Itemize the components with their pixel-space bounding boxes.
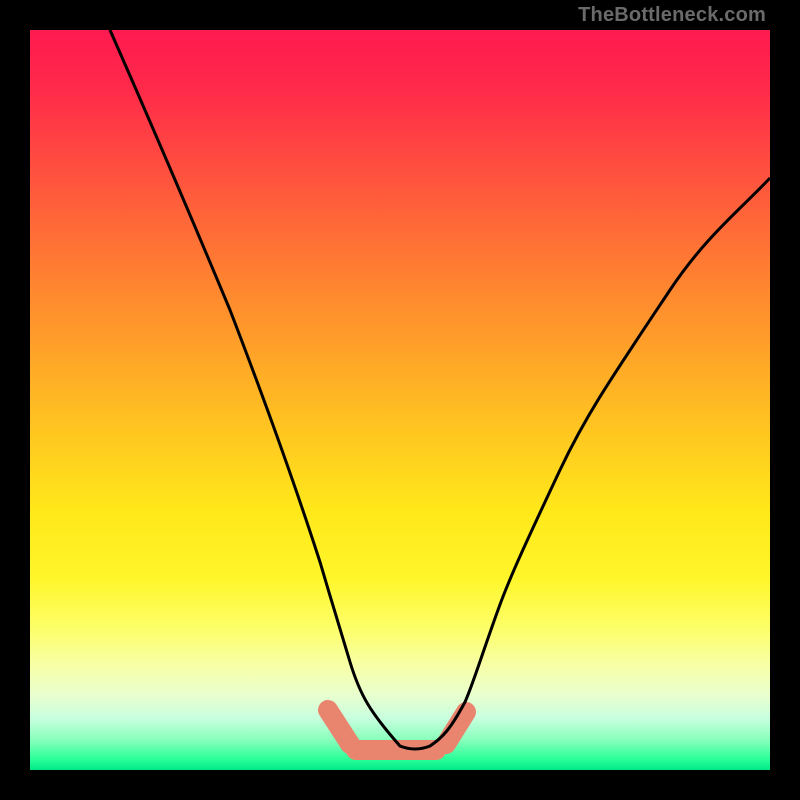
- bottleneck-curve: [110, 30, 770, 749]
- curve-layer: [30, 30, 770, 770]
- highlight-seg-1: [328, 710, 350, 744]
- chart-frame: TheBottleneck.com: [0, 0, 800, 800]
- watermark-text: TheBottleneck.com: [578, 4, 766, 27]
- plot-area: [30, 30, 770, 770]
